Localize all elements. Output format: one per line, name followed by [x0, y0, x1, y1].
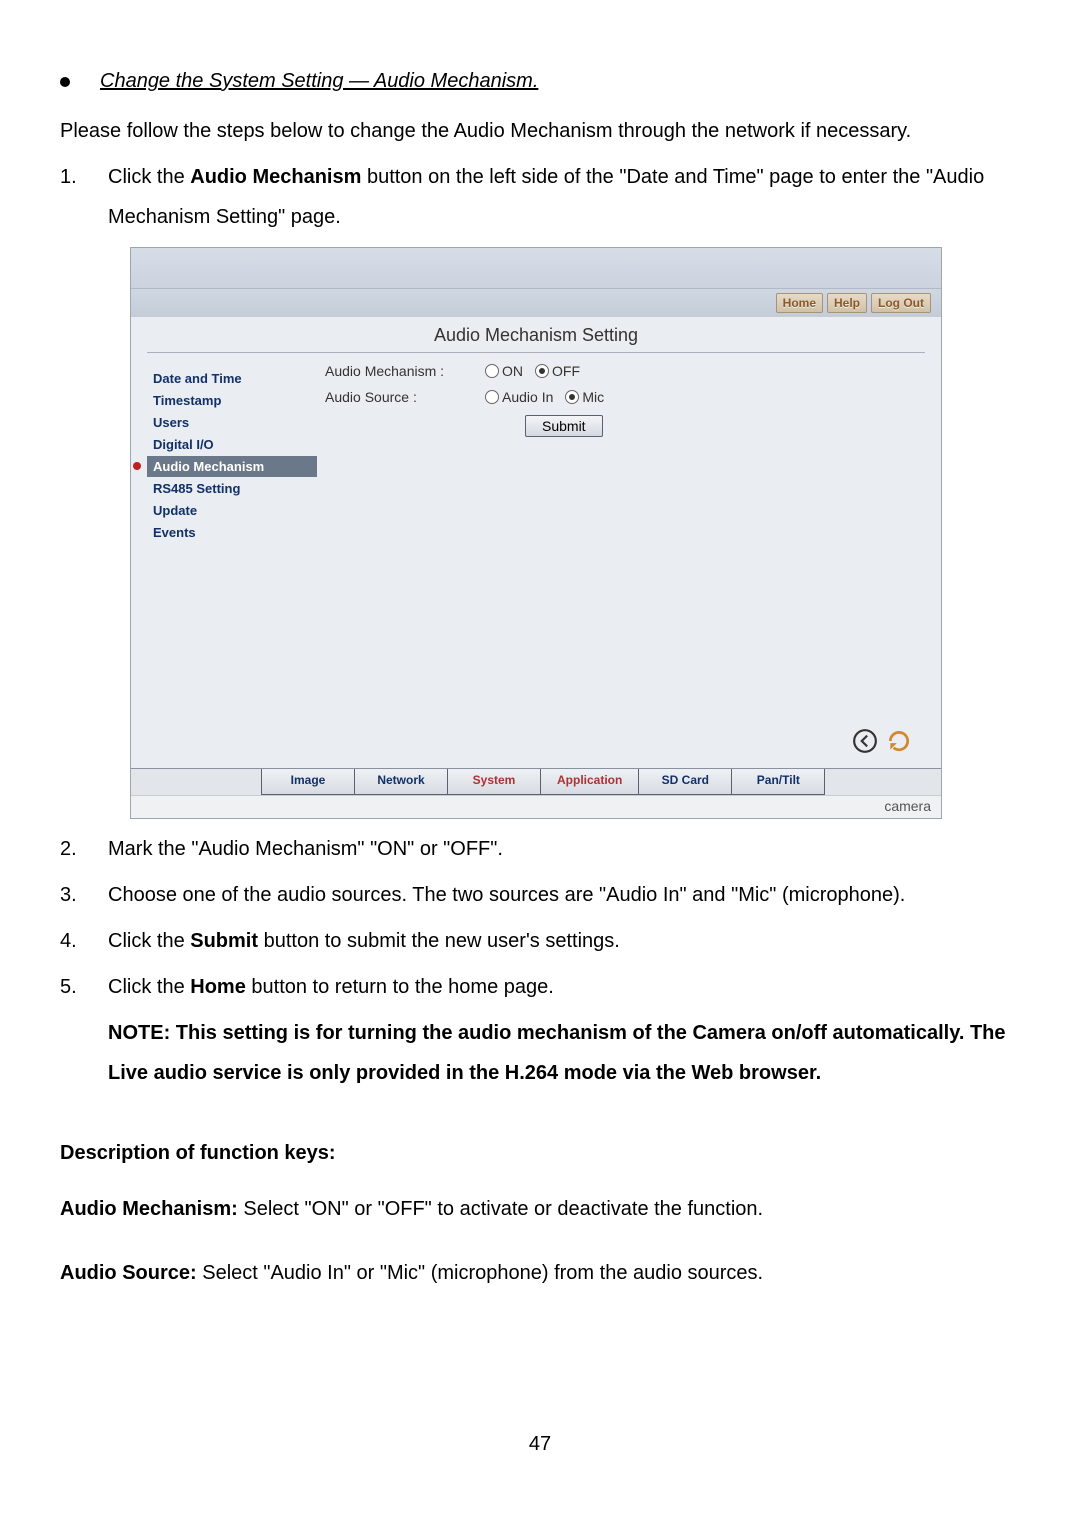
- screenshot-panel: Home Help Log Out Audio Mechanism Settin…: [130, 247, 942, 819]
- section-heading: Change the System Setting — Audio Mechan…: [100, 70, 538, 93]
- sidebar-item-date-time[interactable]: Date and Time: [147, 368, 317, 389]
- audio-mechanism-row: Audio Mechanism : ON OFF: [325, 363, 917, 379]
- refresh-icon[interactable]: [885, 727, 913, 755]
- description-heading-text: Description of function keys:: [60, 1142, 336, 1164]
- step-bold: Home: [190, 976, 246, 998]
- step-text: Choose one of the audio sources. The two…: [108, 875, 1020, 915]
- help-button[interactable]: Help: [827, 293, 867, 313]
- form-label: Audio Source :: [325, 389, 485, 405]
- form-area: Audio Mechanism : ON OFF Audio Source : …: [317, 363, 925, 768]
- sidebar-item-events[interactable]: Events: [147, 522, 317, 543]
- back-arrow-icon[interactable]: [851, 727, 879, 755]
- tab-application[interactable]: Application: [540, 769, 639, 795]
- tab-system[interactable]: System: [447, 769, 541, 795]
- camera-label: camera: [131, 795, 941, 818]
- desc-label: Audio Mechanism:: [60, 1198, 238, 1220]
- list-number: 5.: [60, 967, 108, 1007]
- radio-icon: [535, 364, 549, 378]
- step-bold: Audio Mechanism: [190, 166, 361, 188]
- list-number: 4.: [60, 921, 108, 961]
- radio-label: ON: [502, 363, 523, 379]
- description-heading: Description of function keys:: [60, 1133, 1020, 1173]
- selected-marker-icon: [133, 462, 141, 470]
- radio-label: Mic: [582, 389, 604, 405]
- tab-sd-card[interactable]: SD Card: [638, 769, 732, 795]
- sidebar-item-timestamp[interactable]: Timestamp: [147, 390, 317, 411]
- desc-audio-source: Audio Source: Select "Audio In" or "Mic"…: [60, 1253, 1020, 1293]
- step-text: Click the: [108, 166, 190, 188]
- intro-text: Please follow the steps below to change …: [60, 111, 1020, 151]
- nav-icons: [851, 727, 913, 755]
- sidebar-item-digital-io[interactable]: Digital I/O: [147, 434, 317, 455]
- sidebar-item-label: Audio Mechanism: [153, 459, 264, 474]
- bottom-tab-bar: Image Network System Application SD Card…: [131, 768, 941, 795]
- radio-icon: [485, 390, 499, 404]
- radio-icon: [565, 390, 579, 404]
- sidebar-item-audio-mechanism[interactable]: Audio Mechanism: [147, 456, 317, 477]
- logout-button[interactable]: Log Out: [871, 293, 931, 313]
- step-2: 2. Mark the "Audio Mechanism" "ON" or "O…: [60, 829, 1020, 869]
- step-text: button to return to the home page.: [246, 976, 554, 998]
- list-number: 2.: [60, 829, 108, 869]
- settings-sidebar: Date and Time Timestamp Users Digital I/…: [147, 363, 317, 768]
- radio-audio-in[interactable]: Audio In: [485, 389, 553, 405]
- note-label: NOTE: [108, 1022, 164, 1044]
- page-number: 47: [60, 1433, 1020, 1456]
- step-3: 3. Choose one of the audio sources. The …: [60, 875, 1020, 915]
- sidebar-item-users[interactable]: Users: [147, 412, 317, 433]
- sidebar-item-rs485[interactable]: RS485 Setting: [147, 478, 317, 499]
- tab-pan-tilt[interactable]: Pan/Tilt: [731, 769, 825, 795]
- list-number: 3.: [60, 875, 108, 915]
- tab-network[interactable]: Network: [354, 769, 448, 795]
- bullet-icon: [60, 77, 70, 87]
- note-body: : This setting is for turning the audio …: [108, 1022, 1006, 1084]
- desc-body: Select "ON" or "OFF" to activate or deac…: [238, 1198, 763, 1220]
- tab-image[interactable]: Image: [261, 769, 355, 795]
- step-text: Mark the "Audio Mechanism" "ON" or "OFF"…: [108, 829, 1020, 869]
- list-number: 1.: [60, 157, 108, 237]
- desc-audio-mechanism: Audio Mechanism: Select "ON" or "OFF" to…: [60, 1189, 1020, 1229]
- radio-label: Audio In: [502, 389, 553, 405]
- panel-title: Audio Mechanism Setting: [147, 325, 925, 353]
- radio-icon: [485, 364, 499, 378]
- radio-label: OFF: [552, 363, 580, 379]
- step-text: button to submit the new user's settings…: [258, 930, 620, 952]
- desc-label: Audio Source:: [60, 1262, 197, 1284]
- step-1: 1. Click the Audio Mechanism button on t…: [60, 157, 1020, 237]
- submit-button[interactable]: Submit: [525, 415, 603, 437]
- radio-off[interactable]: OFF: [535, 363, 580, 379]
- audio-source-row: Audio Source : Audio In Mic: [325, 389, 917, 405]
- step-bold: Submit: [190, 930, 258, 952]
- top-links-bar: Home Help Log Out: [131, 289, 941, 317]
- form-label: Audio Mechanism :: [325, 363, 485, 379]
- section-heading-row: Change the System Setting — Audio Mechan…: [60, 70, 1020, 93]
- home-button[interactable]: Home: [776, 293, 823, 313]
- radio-mic[interactable]: Mic: [565, 389, 604, 405]
- window-titlebar: [131, 248, 941, 289]
- step-4: 4. Click the Submit button to submit the…: [60, 921, 1020, 961]
- step-5: 5. Click the Home button to return to th…: [60, 967, 1020, 1007]
- desc-body: Select "Audio In" or "Mic" (microphone) …: [197, 1262, 763, 1284]
- note-block: NOTE: This setting is for turning the au…: [60, 1013, 1020, 1093]
- step-text: Click the: [108, 930, 190, 952]
- sidebar-item-update[interactable]: Update: [147, 500, 317, 521]
- radio-on[interactable]: ON: [485, 363, 523, 379]
- step-text: Click the: [108, 976, 190, 998]
